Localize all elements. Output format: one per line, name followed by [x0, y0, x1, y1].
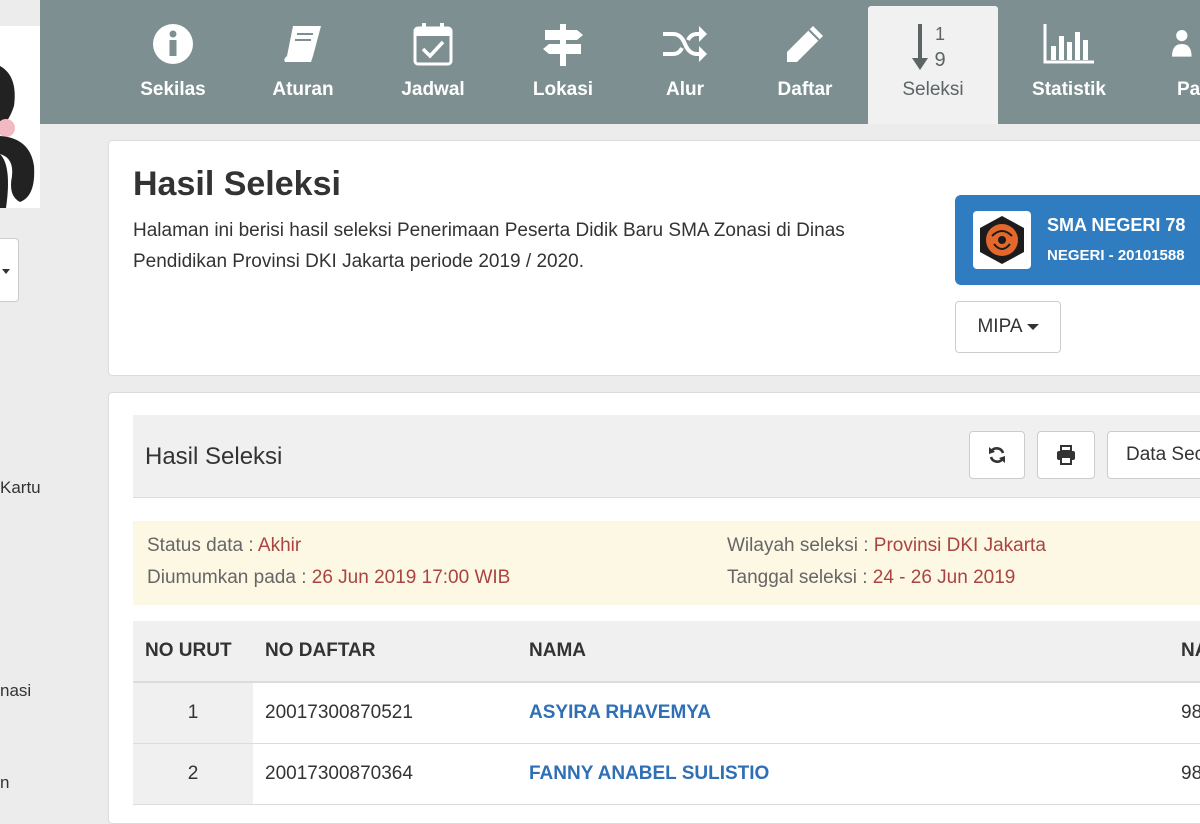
print-icon	[1057, 445, 1075, 465]
book-icon	[284, 26, 321, 62]
page-header-card: Hasil Seleksi Halaman ini berisi hasil s…	[108, 140, 1200, 376]
results-panel-header: Hasil Seleksi Data Sec	[133, 415, 1200, 498]
tab-label: Lokasi	[532, 79, 594, 100]
tab-sekilas[interactable]: Sekilas	[110, 0, 236, 124]
cell-nama-link[interactable]: ASYIRA RHAVEMYA	[517, 682, 1169, 744]
sidebar-item-zonasi[interactable]: nasi	[0, 681, 31, 701]
avatar	[0, 26, 40, 208]
users-icon	[1172, 30, 1192, 57]
refresh-icon	[989, 447, 1005, 463]
announced-at: Diumumkan pada : 26 Jun 2019 17:00 WIB	[147, 567, 511, 588]
col-nama[interactable]: NAMA	[517, 621, 1169, 683]
cell-no-urut: 2	[133, 743, 253, 805]
school-info-box[interactable]: SMA NEGERI 78 NEGERI - 20101588	[955, 195, 1200, 285]
tab-daftar[interactable]: Daftar	[742, 0, 868, 124]
results-card: Hasil Seleksi Data Sec Status data : Akh…	[108, 392, 1200, 824]
announced-at-value: 26 Jun 2019 17:00 WIB	[311, 567, 511, 588]
svg-text:9: 9	[934, 49, 945, 71]
tab-jadwal[interactable]: Jadwal	[370, 0, 496, 124]
sidebar: Kartu nasi n	[0, 0, 41, 800]
school-emblem-icon	[980, 216, 1024, 264]
tab-alur[interactable]: Alur	[622, 0, 748, 124]
sidebar-item-kartu[interactable]: Kartu	[0, 478, 41, 498]
col-no-urut[interactable]: NO URUT	[133, 621, 253, 683]
selection-date: Tanggal seleksi : 24 - 26 Jun 2019	[727, 567, 1016, 588]
cell-no-urut: 1	[133, 682, 253, 744]
school-name: SMA NEGERI 78	[1047, 215, 1186, 235]
info-icon	[153, 24, 193, 64]
tab-lokasi[interactable]: Lokasi	[500, 0, 626, 124]
tab-label: Sekilas	[140, 79, 206, 100]
status-data-value: Akhir	[257, 535, 302, 556]
tab-statistik[interactable]: Statistik	[1006, 0, 1132, 124]
table-row: 1 20017300870521 ASYIRA RHAVEMYA 98.3	[133, 682, 1200, 744]
program-dropdown[interactable]: MIPA	[955, 301, 1061, 353]
bar-chart-icon	[1043, 24, 1094, 64]
table-header-row: NO URUT NO DAFTAR NAMA NA	[133, 621, 1200, 683]
cell-no-daftar: 20017300870364	[253, 743, 517, 805]
top-navigation: Sekilas Aturan Jadwal Lokasi Alur Daftar…	[40, 0, 1200, 124]
tab-seleksi[interactable]: 19 Seleksi	[868, 6, 998, 124]
status-info-box: Status data : Akhir Diumumkan pada : 26 …	[133, 521, 1200, 605]
tab-partial[interactable]: Pa	[1140, 0, 1200, 124]
pencil-icon	[787, 26, 823, 62]
tab-label: Daftar	[777, 79, 833, 100]
cell-na: 98.3	[1169, 743, 1200, 805]
results-table: NO URUT NO DAFTAR NAMA NA 1 200173008705…	[133, 621, 1200, 805]
sidebar-item-cut[interactable]: n	[0, 773, 9, 793]
sort-numeric-icon: 19	[912, 24, 946, 71]
cell-no-daftar: 20017300870521	[253, 682, 517, 744]
caret-down-icon	[1026, 324, 1039, 330]
signpost-icon	[543, 24, 583, 66]
sidebar-dropdown[interactable]	[0, 238, 19, 302]
tab-label: Jadwal	[401, 79, 465, 100]
page-title: Hasil Seleksi	[133, 165, 341, 203]
data-button[interactable]: Data Sec	[1107, 431, 1200, 479]
tab-label: Statistik	[1032, 79, 1106, 100]
selection-date-value: 24 - 26 Jun 2019	[872, 567, 1016, 588]
tab-label: Aturan	[272, 79, 334, 100]
table-row: 2 20017300870364 FANNY ANABEL SULISTIO 9…	[133, 743, 1200, 805]
cell-nama-link[interactable]: FANNY ANABEL SULISTIO	[517, 743, 1169, 805]
tab-label: Seleksi	[902, 79, 964, 100]
refresh-button[interactable]	[969, 431, 1025, 479]
tab-label: Alur	[666, 79, 704, 100]
program-selected: MIPA	[977, 316, 1023, 337]
tab-label: Pa	[1177, 79, 1200, 100]
cell-na: 98.3	[1169, 682, 1200, 744]
school-npsn: NEGERI - 20101588	[1047, 247, 1185, 264]
print-button[interactable]	[1037, 431, 1095, 479]
col-na[interactable]: NA	[1169, 621, 1200, 683]
tab-aturan[interactable]: Aturan	[240, 0, 366, 124]
col-no-daftar[interactable]: NO DAFTAR	[253, 621, 517, 683]
selection-region-value: Provinsi DKI Jakarta	[873, 535, 1046, 556]
results-panel-title: Hasil Seleksi	[145, 443, 283, 470]
status-data: Status data : Akhir	[147, 535, 302, 556]
calendar-check-icon	[413, 23, 453, 66]
shuffle-icon	[663, 26, 707, 62]
school-logo	[973, 211, 1031, 269]
page-description: Halaman ini berisi hasil seleksi Penerim…	[133, 220, 845, 272]
selection-region: Wilayah seleksi : Provinsi DKI Jakarta	[727, 535, 1046, 556]
svg-text:1: 1	[935, 24, 945, 44]
